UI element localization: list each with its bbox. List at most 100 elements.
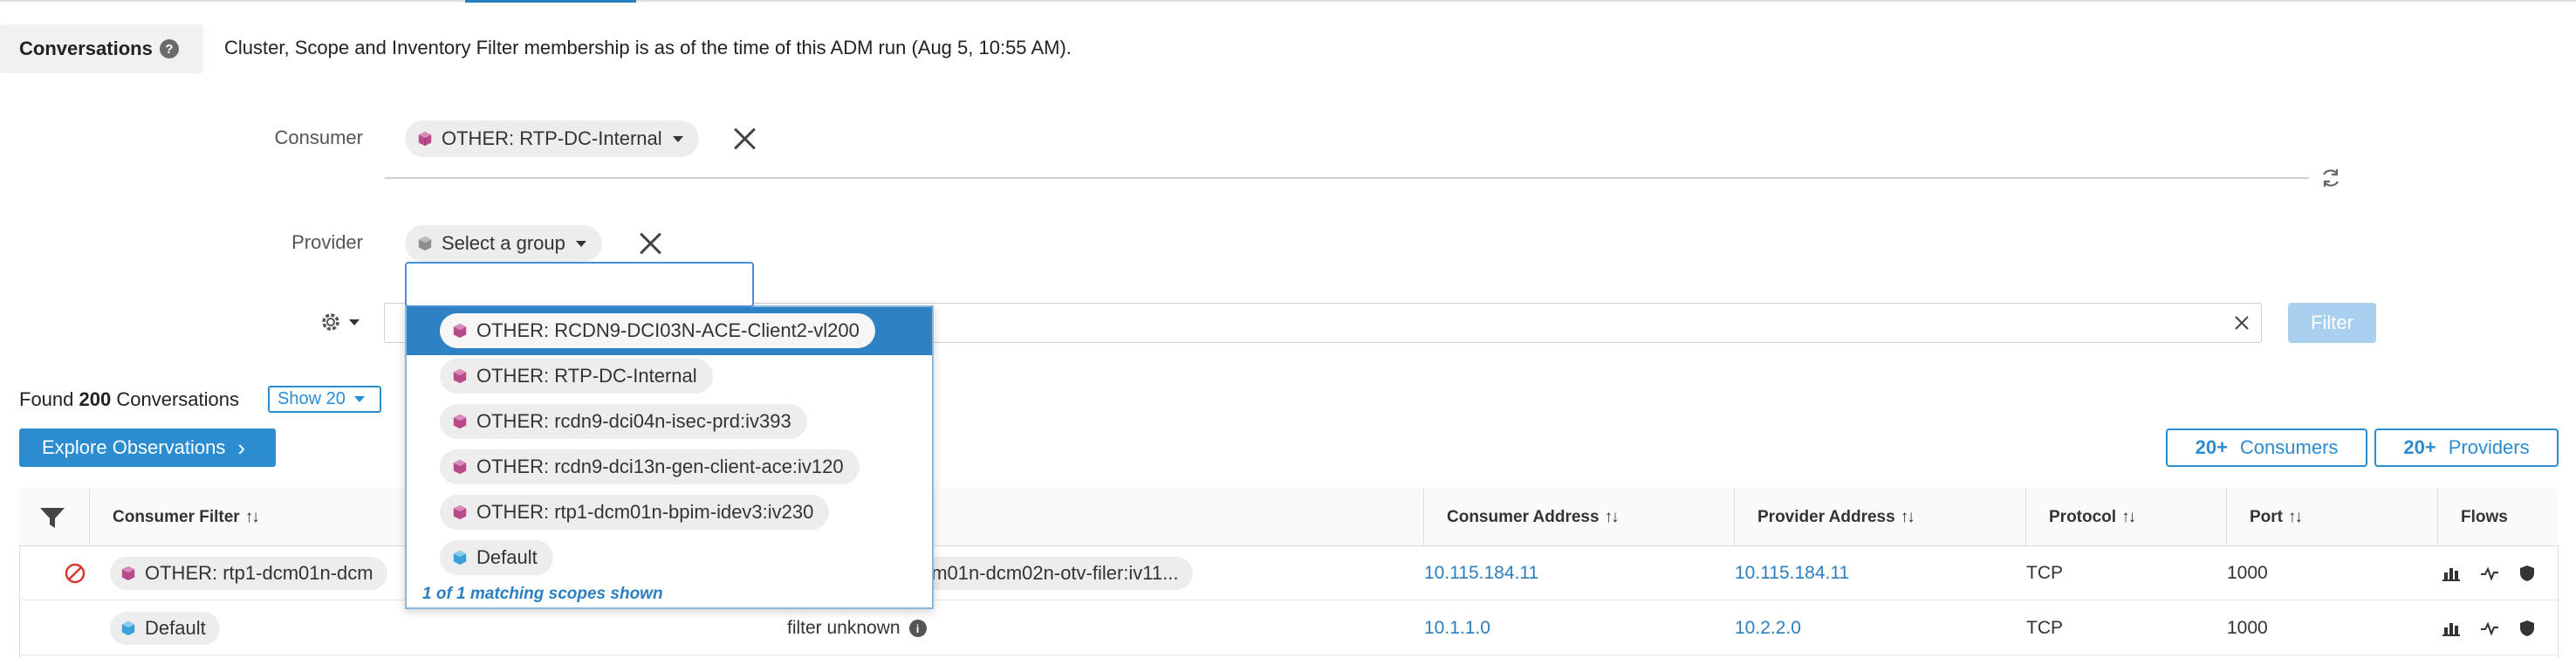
- consumer-address-link[interactable]: 10.115.184.11: [1424, 546, 1538, 600]
- consumer-filter-pill[interactable]: Default: [110, 612, 220, 645]
- dropdown-option[interactable]: Default: [440, 540, 553, 575]
- consumer-selected-label: OTHER: RTP-DC-Internal: [442, 127, 662, 149]
- column-flows: Flows: [2437, 488, 2559, 546]
- adm-run-info: Cluster, Scope and Inventory Filter memb…: [224, 37, 1072, 58]
- filter-button[interactable]: Filter: [2288, 303, 2376, 343]
- dropdown-option[interactable]: OTHER: rcdn9-dci13n-gen-client-ace:iv120: [440, 449, 860, 484]
- sort-icon: ↑↓: [2121, 507, 2136, 526]
- found-suffix: Conversations: [116, 388, 239, 410]
- column-protocol[interactable]: Protocol ↑↓: [2025, 488, 2226, 546]
- provider-selected-label: Select a group: [442, 232, 565, 254]
- page-size-select[interactable]: Show 20: [268, 386, 381, 413]
- cube-icon: [453, 368, 467, 384]
- close-icon[interactable]: [2232, 313, 2251, 332]
- consumer-filter-text: OTHER: rtp1-dcm01n-dcm: [145, 562, 373, 584]
- shield-icon[interactable]: [2518, 565, 2536, 582]
- table-header: Consumer Filter ↑↓ Consumer Address ↑↓ Pro…: [19, 488, 2559, 546]
- chevron-down-icon: [353, 396, 365, 402]
- pulse-icon[interactable]: [2480, 620, 2499, 636]
- found-count-text: Found 200 Conversations: [19, 388, 239, 411]
- dropdown-option-label: OTHER: rtp1-dcm01n-bpim-idev3:iv230: [476, 501, 814, 523]
- port-value: 1000: [2227, 618, 2268, 638]
- explore-observations-button[interactable]: Explore Observations ›: [19, 428, 276, 467]
- provider-filter-text: filter unknown: [787, 618, 901, 638]
- dropdown-option[interactable]: OTHER: rtp1-dcm01n-bpim-idev3:iv230: [440, 495, 830, 530]
- info-icon[interactable]: i: [908, 620, 927, 637]
- refresh-icon[interactable]: [2319, 167, 2342, 189]
- column-label: Flows: [2461, 507, 2508, 526]
- cube-icon: [418, 131, 432, 147]
- consumer-divider: [385, 177, 2309, 179]
- dropdown-option-label: OTHER: RCDN9-DCI03N-ACE-Client2-vl200: [476, 319, 860, 341]
- cube-icon: [453, 323, 467, 339]
- dropdown-option-label: Default: [476, 546, 538, 568]
- consumers-label: Consumers: [2239, 436, 2339, 458]
- provider-filter-pill[interactable]: dcm01n-dcm02n-otv-filer:iv11...: [899, 557, 1193, 590]
- provider-address-link[interactable]: 10.115.184.11: [1735, 546, 1849, 600]
- pulse-icon[interactable]: [2480, 565, 2499, 581]
- column-port[interactable]: Port ↑↓: [2226, 488, 2437, 546]
- provider-group-select[interactable]: Select a group: [405, 225, 602, 262]
- cube-icon: [453, 504, 467, 520]
- consumer-filter-pill[interactable]: OTHER: rtp1-dcm01n-dcm: [110, 557, 387, 590]
- explore-label: Explore Observations: [42, 436, 226, 458]
- cube-icon: [453, 414, 467, 429]
- chevron-right-icon: ›: [237, 434, 245, 461]
- consumer-label: Consumer: [274, 127, 363, 148]
- provider-address-link[interactable]: 10.2.2.0: [1735, 601, 1801, 655]
- consumers-button[interactable]: 20+ Consumers: [2166, 428, 2367, 467]
- providers-count: 20+: [2403, 436, 2436, 458]
- column-label: Consumer Address: [1447, 507, 1600, 526]
- consumer-address-link[interactable]: 10.1.1.0: [1424, 601, 1490, 655]
- consumers-count: 20+: [2195, 436, 2228, 458]
- cube-icon: [418, 236, 432, 251]
- chevron-down-icon: [349, 319, 360, 326]
- bar-chart-icon[interactable]: [2442, 565, 2461, 581]
- table-row[interactable]: OTHER: rtp1-dcm01n-dcm dcm01n-dcm02n-otv…: [19, 546, 2559, 600]
- shield-icon[interactable]: [2518, 620, 2536, 637]
- sort-icon: ↑↓: [244, 507, 260, 526]
- provider-clear-button[interactable]: [639, 231, 663, 256]
- page-size-label: Show 20: [277, 389, 346, 408]
- help-icon[interactable]: ?: [159, 39, 179, 58]
- providers-label: Providers: [2448, 436, 2530, 458]
- dropdown-option[interactable]: OTHER: rcdn9-dci04n-isec-prd:iv393: [440, 404, 807, 439]
- bar-chart-icon[interactable]: [2442, 620, 2461, 636]
- consumer-filter-text: Default: [145, 617, 206, 639]
- column-label: Provider Address: [1757, 507, 1895, 526]
- dropdown-option[interactable]: OTHER: RTP-DC-Internal: [440, 359, 713, 394]
- filter-column-header[interactable]: [19, 488, 89, 546]
- conversations-tab[interactable]: Conversations ?: [0, 24, 203, 73]
- dropdown-option[interactable]: OTHER: RCDN9-DCI03N-ACE-Client2-vl200: [440, 313, 875, 348]
- column-label: Port: [2250, 507, 2283, 526]
- cube-icon: [453, 459, 467, 475]
- dropdown-option-label: OTHER: rcdn9-dci13n-gen-client-ace:iv120: [476, 456, 844, 477]
- table-row[interactable]: Default filter unknown i 10.1.1.0 10.2.2…: [19, 601, 2559, 655]
- column-consumer-address[interactable]: Consumer Address ↑↓: [1423, 488, 1734, 546]
- gear-icon: [322, 313, 339, 331]
- funnel-icon: [40, 507, 65, 528]
- consumer-clear-button[interactable]: [733, 127, 757, 151]
- matching-scopes-footer: 1 of 1 matching scopes shown: [422, 585, 663, 603]
- providers-button[interactable]: 20+ Providers: [2374, 428, 2559, 467]
- consumer-group-select[interactable]: OTHER: RTP-DC-Internal: [405, 120, 699, 157]
- provider-label: Provider: [291, 231, 363, 253]
- dropdown-option-label: OTHER: RTP-DC-Internal: [476, 365, 697, 387]
- cube-icon: [121, 565, 135, 581]
- found-count: 200: [79, 388, 112, 410]
- top-divider: [0, 0, 2576, 2]
- flow-actions: [2442, 546, 2536, 600]
- chevron-down-icon: [672, 135, 683, 142]
- chevron-down-icon: [575, 240, 586, 247]
- active-tab-indicator: [465, 0, 636, 3]
- conversations-tab-label: Conversations: [19, 38, 153, 59]
- scope-search-input[interactable]: [405, 262, 754, 307]
- settings-menu[interactable]: [319, 309, 367, 335]
- protocol-value: TCP: [2026, 618, 2063, 638]
- prohibited-icon: [65, 546, 86, 600]
- provider-filter-text: dcm01n-dcm02n-otv-filer:iv11...: [911, 562, 1179, 584]
- flow-actions: [2442, 601, 2536, 655]
- column-provider-address[interactable]: Provider Address ↑↓: [1734, 488, 2025, 546]
- found-prefix: Found: [19, 388, 74, 410]
- sort-icon: ↑↓: [1900, 507, 1915, 526]
